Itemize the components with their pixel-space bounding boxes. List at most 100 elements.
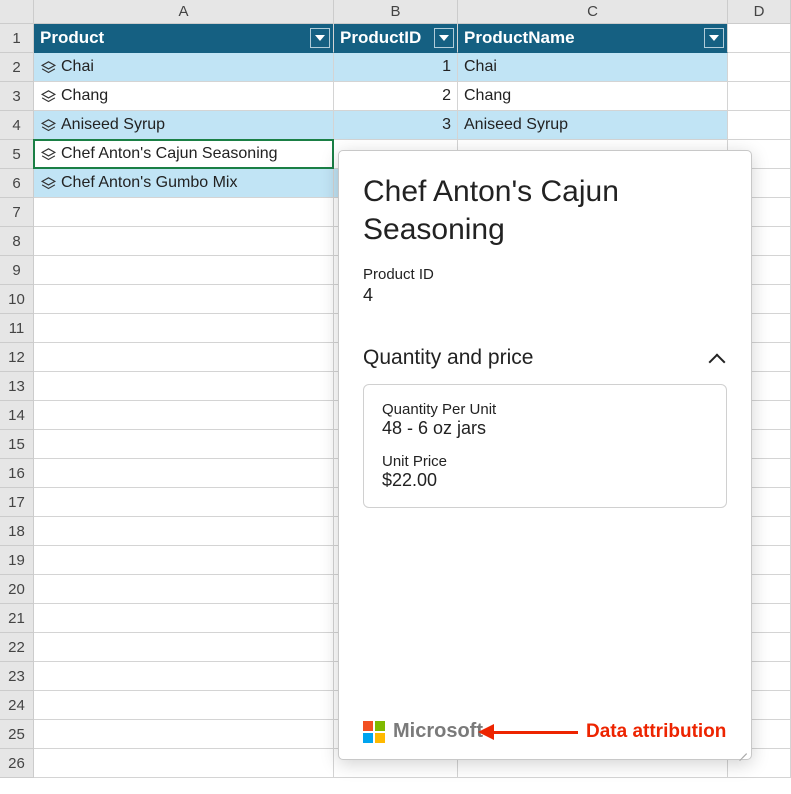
row-header-19[interactable]: 19 (0, 546, 34, 575)
cell-A22[interactable] (34, 633, 334, 662)
row-header-25[interactable]: 25 (0, 720, 34, 749)
column-header-C[interactable]: C (458, 0, 728, 24)
quantity-price-box: Quantity Per Unit 48 - 6 oz jars Unit Pr… (363, 384, 727, 508)
row-header-5[interactable]: 5 (0, 140, 34, 169)
row-header-1[interactable]: 1 (0, 24, 34, 53)
cell-D4[interactable] (728, 111, 791, 140)
product-id-value: 4 (363, 285, 727, 306)
cell-B4[interactable]: 3 (334, 111, 458, 140)
cell-A4[interactable]: Aniseed Syrup (34, 111, 334, 140)
cell-A20[interactable] (34, 575, 334, 604)
row-header-7[interactable]: 7 (0, 198, 34, 227)
cell-text: Chef Anton's Gumbo Mix (61, 174, 237, 192)
data-type-card: Chef Anton's Cajun Seasoning Product ID … (338, 150, 752, 760)
cell-C1[interactable]: ProductName (458, 24, 728, 53)
microsoft-logo-icon (363, 721, 385, 743)
unit-price-value: $22.00 (382, 470, 708, 491)
row-header-24[interactable]: 24 (0, 691, 34, 720)
row-header-17[interactable]: 17 (0, 488, 34, 517)
cell-A15[interactable] (34, 430, 334, 459)
cell-C4[interactable]: Aniseed Syrup (458, 111, 728, 140)
cell-text: Chef Anton's Cajun Seasoning (61, 145, 278, 163)
cell-A2[interactable]: Chai (34, 53, 334, 82)
row-header-14[interactable]: 14 (0, 401, 34, 430)
cell-text: Chai (61, 58, 94, 76)
provider-name: Microsoft (393, 720, 483, 743)
filter-dropdown-icon[interactable] (434, 28, 454, 48)
row-header-12[interactable]: 12 (0, 343, 34, 372)
row-header-23[interactable]: 23 (0, 662, 34, 691)
row-header-18[interactable]: 18 (0, 517, 34, 546)
cell-B3[interactable]: 2 (334, 82, 458, 111)
cell-A23[interactable] (34, 662, 334, 691)
cell-A7[interactable] (34, 198, 334, 227)
linked-data-type-icon (40, 175, 57, 192)
cell-A9[interactable] (34, 256, 334, 285)
cell-A18[interactable] (34, 517, 334, 546)
qpu-value: 48 - 6 oz jars (382, 418, 708, 439)
cell-B2[interactable]: 1 (334, 53, 458, 82)
cell-A17[interactable] (34, 488, 334, 517)
cell-A1[interactable]: Product (34, 24, 334, 53)
cell-D3[interactable] (728, 82, 791, 111)
linked-data-type-icon (40, 146, 57, 163)
row-header-2[interactable]: 2 (0, 53, 34, 82)
row-header-22[interactable]: 22 (0, 633, 34, 662)
cell-A26[interactable] (34, 749, 334, 778)
cell-C2[interactable]: Chai (458, 53, 728, 82)
row-header-4[interactable]: 4 (0, 111, 34, 140)
cell-A13[interactable] (34, 372, 334, 401)
row-header-6[interactable]: 6 (0, 169, 34, 198)
card-title: Chef Anton's Cajun Seasoning (363, 173, 727, 248)
row-header-16[interactable]: 16 (0, 459, 34, 488)
column-header-A[interactable]: A (34, 0, 334, 24)
cell-A16[interactable] (34, 459, 334, 488)
cell-A24[interactable] (34, 691, 334, 720)
cell-D2[interactable] (728, 53, 791, 82)
section-header[interactable]: Quantity and price (363, 346, 727, 370)
cell-B1[interactable]: ProductID (334, 24, 458, 53)
row-header-15[interactable]: 15 (0, 430, 34, 459)
cell-A25[interactable] (34, 720, 334, 749)
select-all-corner[interactable] (0, 0, 34, 24)
cell-A14[interactable] (34, 401, 334, 430)
row-header-3[interactable]: 3 (0, 82, 34, 111)
product-id-label: Product ID (363, 266, 727, 283)
cell-C3[interactable]: Chang (458, 82, 728, 111)
section-title: Quantity and price (363, 346, 533, 370)
chevron-up-icon (709, 352, 727, 364)
linked-data-type-icon (40, 117, 57, 134)
qpu-label: Quantity Per Unit (382, 401, 708, 418)
cell-text: Aniseed Syrup (61, 116, 165, 134)
cell-A6[interactable]: Chef Anton's Gumbo Mix (34, 169, 334, 198)
arrow-left-icon (478, 726, 578, 738)
unit-price-label: Unit Price (382, 453, 708, 470)
cell-A8[interactable] (34, 227, 334, 256)
column-header-B[interactable]: B (334, 0, 458, 24)
cell-A12[interactable] (34, 343, 334, 372)
cell-A21[interactable] (34, 604, 334, 633)
row-header-11[interactable]: 11 (0, 314, 34, 343)
row-header-20[interactable]: 20 (0, 575, 34, 604)
cell-D1[interactable] (728, 24, 791, 53)
filter-dropdown-icon[interactable] (310, 28, 330, 48)
cell-A5[interactable]: Chef Anton's Cajun Seasoning (34, 140, 334, 169)
cell-A10[interactable] (34, 285, 334, 314)
linked-data-type-icon (40, 59, 57, 76)
row-header-21[interactable]: 21 (0, 604, 34, 633)
cell-A11[interactable] (34, 314, 334, 343)
annotation-text: Data attribution (586, 721, 726, 743)
row-header-10[interactable]: 10 (0, 285, 34, 314)
filter-dropdown-icon[interactable] (704, 28, 724, 48)
row-header-8[interactable]: 8 (0, 227, 34, 256)
column-header-D[interactable]: D (728, 0, 791, 24)
resize-grip-icon[interactable] (737, 745, 747, 755)
cell-A3[interactable]: Chang (34, 82, 334, 111)
annotation-callout: Data attribution (478, 721, 726, 743)
row-header-9[interactable]: 9 (0, 256, 34, 285)
cell-A19[interactable] (34, 546, 334, 575)
linked-data-type-icon (40, 88, 57, 105)
row-header-13[interactable]: 13 (0, 372, 34, 401)
cell-text: Chang (61, 87, 108, 105)
row-header-26[interactable]: 26 (0, 749, 34, 778)
